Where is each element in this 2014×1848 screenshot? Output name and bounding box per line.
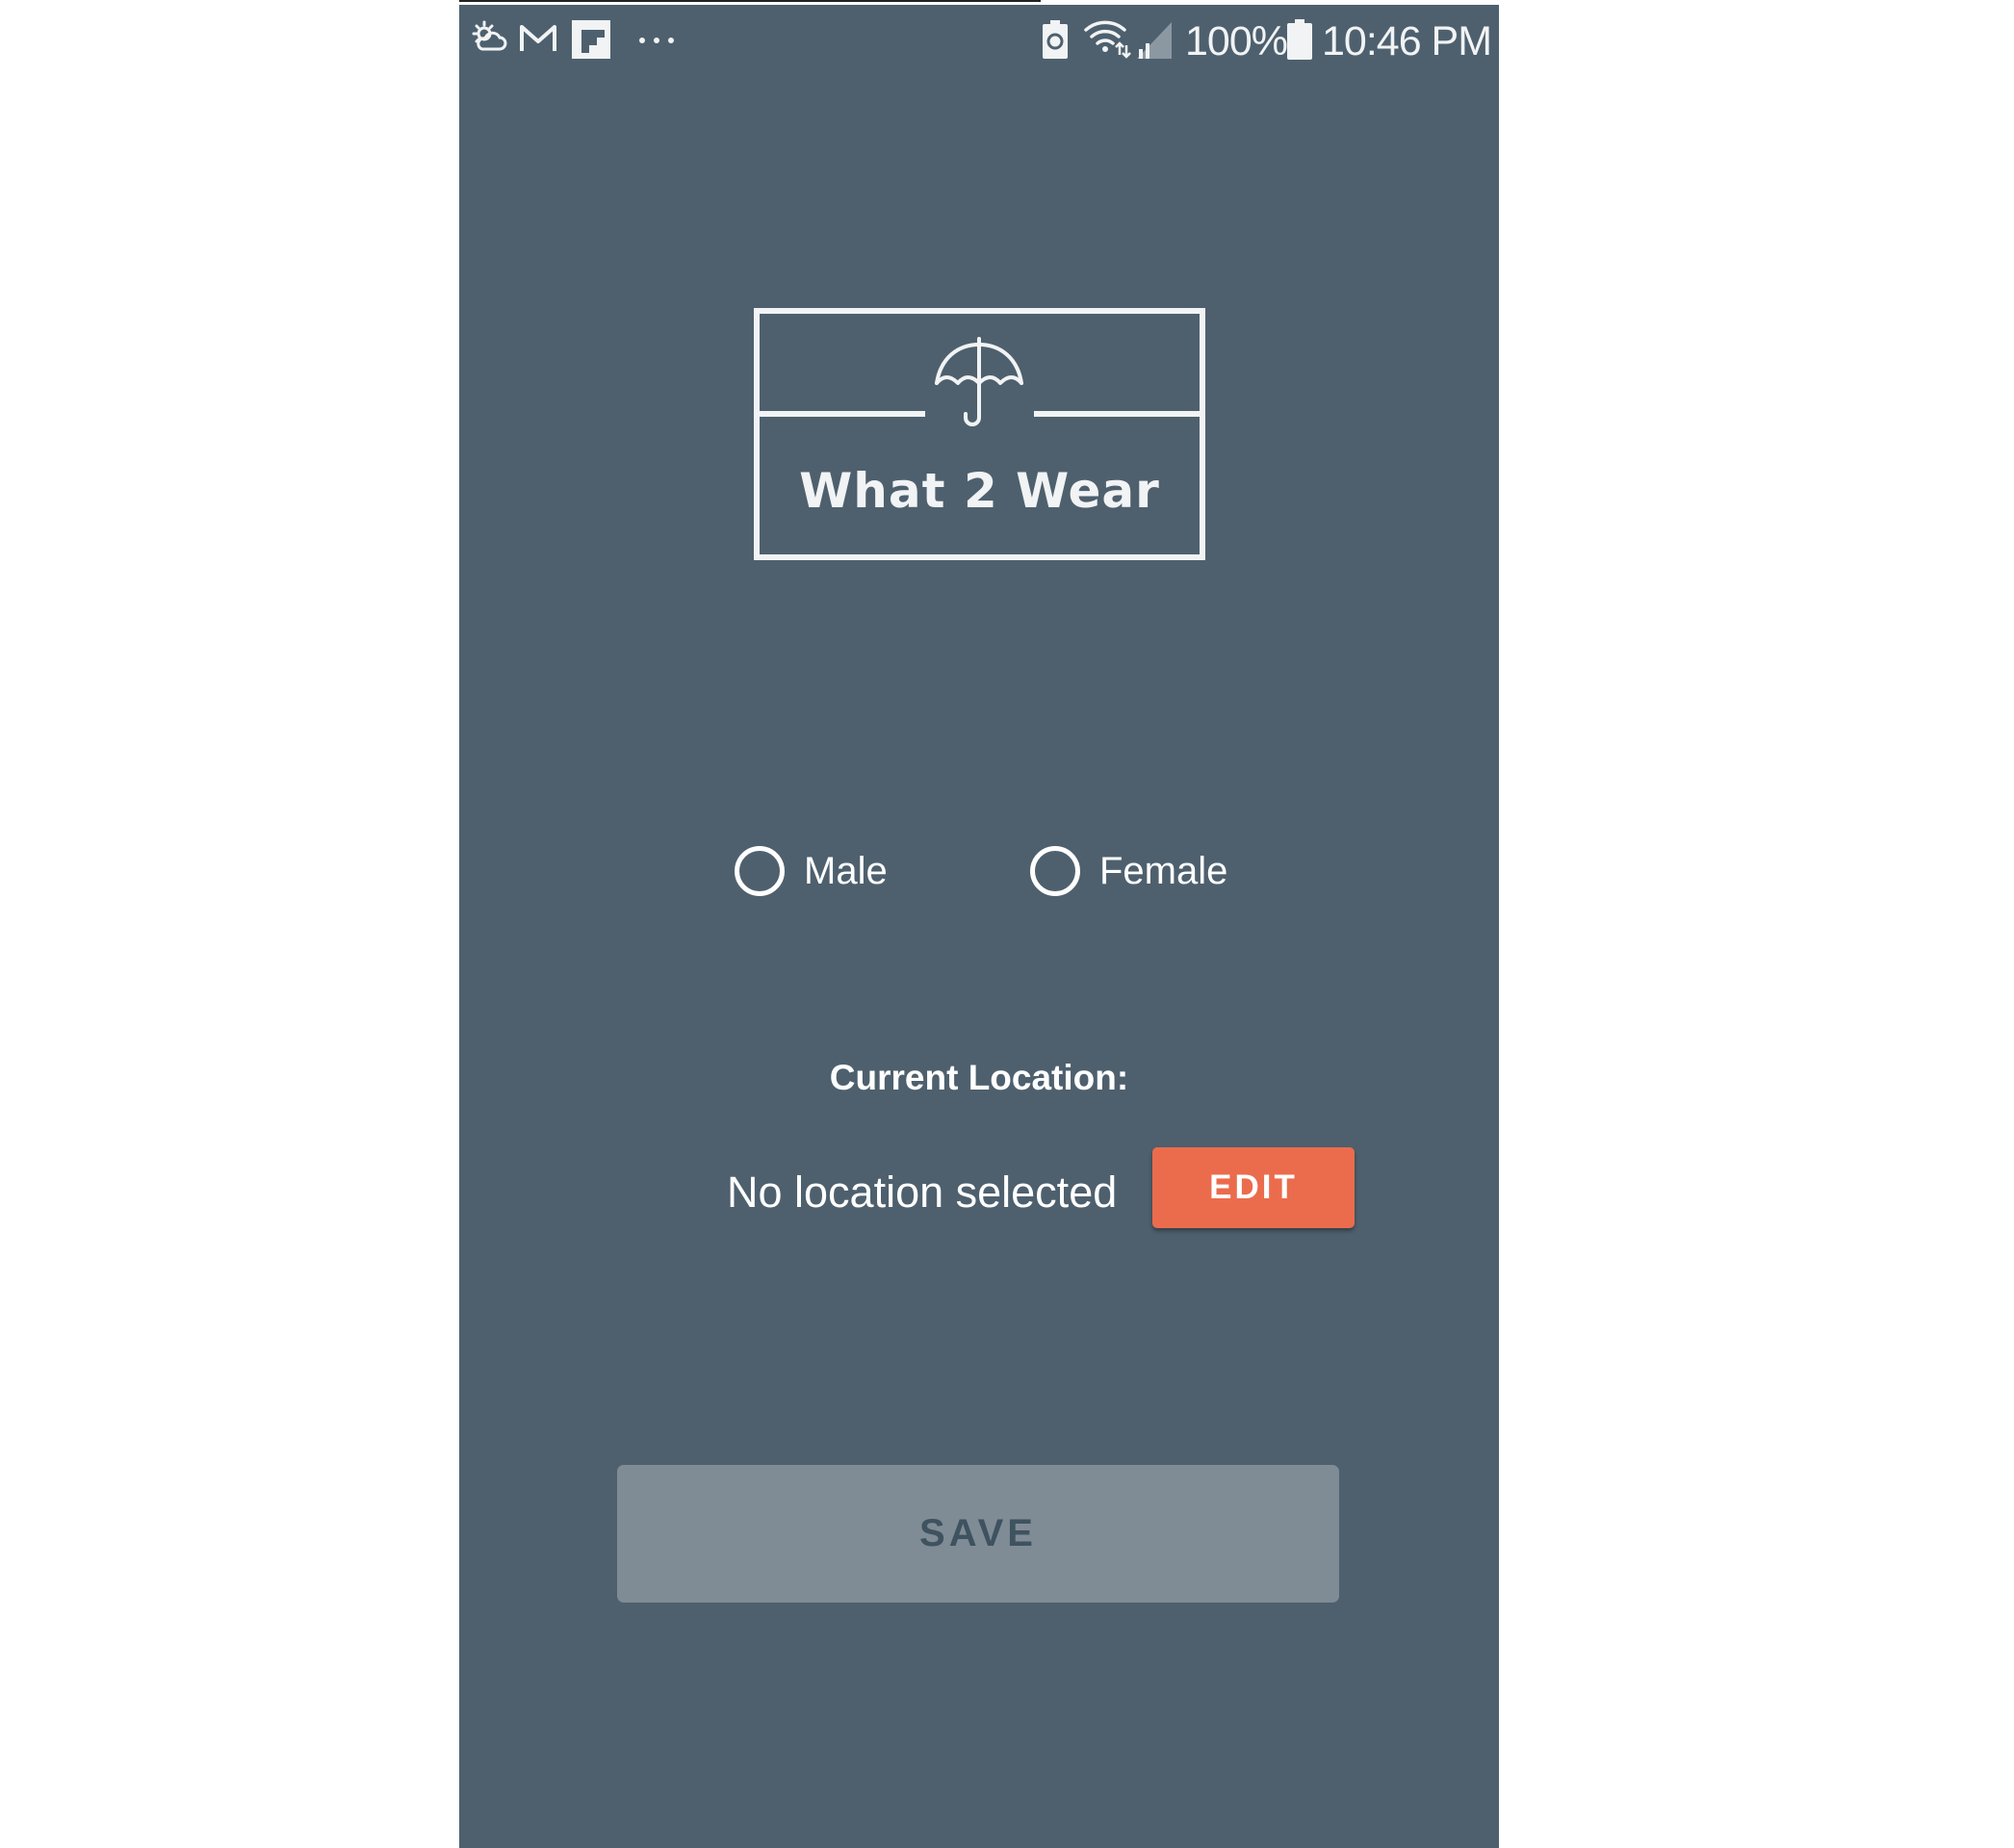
location-value: No location selected [727,1168,1118,1217]
more-notifications-icon [639,38,674,43]
app-logo: What 2 Wear [754,308,1205,560]
battery-saver-icon [1043,20,1068,59]
edit-location-button[interactable]: EDIT [1152,1147,1355,1228]
battery-percent: 100% [1185,18,1288,64]
gender-radio-group: Male Female [459,833,1499,910]
save-button[interactable]: SAVE [617,1465,1339,1603]
location-heading: Current Location: [829,1058,1129,1097]
top-edge-line [459,0,1041,2]
wifi-icon [1084,20,1131,59]
radio-male-circle[interactable] [735,846,785,896]
gmail-icon [520,25,556,51]
radio-male-label[interactable]: Male [804,850,888,893]
app-screen: 100% 10:46 PM What 2 Wear Male Female Cu… [459,5,1499,1848]
cell-signal-icon [1137,22,1172,59]
weather-cloud-icon [472,20,507,51]
app-title: What 2 Wear [799,463,1160,519]
flipboard-icon [572,20,610,59]
umbrella-icon [935,337,1023,426]
radio-female[interactable]: Female [1030,842,1227,900]
radio-female-label[interactable]: Female [1099,850,1227,893]
radio-female-circle[interactable] [1030,846,1080,896]
radio-male[interactable]: Male [735,842,888,900]
clock: 10:46 PM [1322,18,1492,64]
battery-icon [1287,19,1312,60]
status-bar: 100% 10:46 PM [459,5,1499,76]
